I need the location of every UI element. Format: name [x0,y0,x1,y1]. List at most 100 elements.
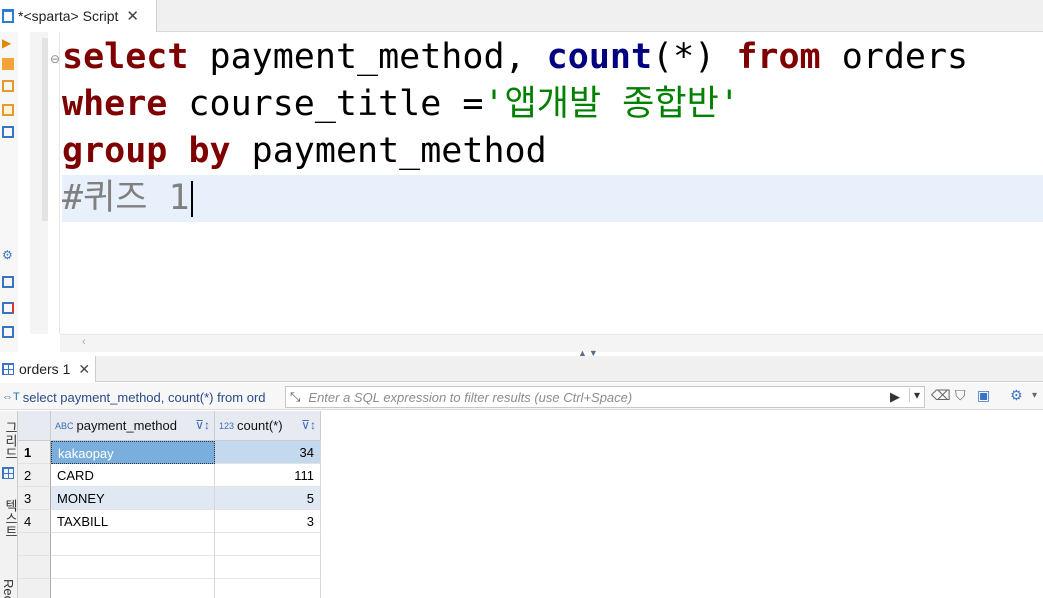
column-name: count(*) [237,418,283,433]
grid-view-icon[interactable] [2,467,14,479]
filter-input[interactable]: ⤡ Enter a SQL expression to filter resul… [285,386,925,408]
row-number[interactable]: 3 [18,487,51,510]
clear-filter-icon[interactable]: ⌫ [931,387,951,404]
dbeaver-window: *<sparta> Script ✕ ▶ ⚙ ⊖ select payment_… [0,0,1043,598]
tab-orders-label: orders 1 [19,361,71,377]
explain-plan-icon[interactable] [2,104,14,116]
editor-tab-bar: *<sparta> Script ✕ [0,0,1043,32]
keyword-by: by [188,131,231,171]
row-number[interactable]: 2 [18,464,51,487]
comment-text: #퀴즈 1 [62,178,190,218]
keyword-from: from [736,37,821,77]
filter-history-dropdown-icon[interactable]: ▾ [908,388,920,402]
table-cell[interactable]: 3 [215,510,321,533]
code-text: orders [820,37,969,77]
table-cell [51,533,215,556]
keyword-group: group [62,131,168,171]
empty-row [18,556,321,579]
table-cell [51,556,215,579]
table-cell [51,579,215,598]
horizontal-scrollbar[interactable]: ‹ [60,334,1043,352]
panel-options-dropdown-icon[interactable]: ▾ [1032,390,1037,401]
sort-filter-icon[interactable]: ⊽↕ [195,418,210,432]
table-cell[interactable]: 34 [215,441,321,464]
table-row[interactable]: 3 MONEY 5 [18,487,321,510]
panel-options-icon[interactable]: ⚙ [1010,387,1023,404]
settings-gear-icon[interactable]: ⚙ [2,248,14,262]
sql-query-icon: ⇔T [2,391,20,403]
table-cell[interactable]: kakaopay [51,441,215,464]
number-type-icon: 123 [219,420,235,431]
execute-statement-icon[interactable]: ▶ [2,36,14,50]
code-text: (*) [652,37,737,77]
tab-script[interactable]: *<sparta> Script ✕ [0,0,157,32]
column-header-payment-method[interactable]: ABC payment_method ⊽↕ [51,411,215,441]
table-row[interactable]: 4 TAXBILL 3 [18,510,321,533]
tab-orders-1[interactable]: orders 1 ✕ [0,356,96,382]
table-cell[interactable]: CARD [51,464,215,487]
text-caret [190,181,193,217]
filter-toolbar: ⇔T select payment_method, count(*) from … [0,383,1043,410]
import-icon[interactable] [2,302,14,314]
table-cell[interactable]: 5 [215,487,321,510]
results-grid[interactable]: ABC payment_method ⊽↕ 123 count(*) ⊽↕ 1 … [18,411,1043,598]
results-view-switcher: 그리드 텍스트 Record [0,411,18,598]
row-number-header[interactable] [18,411,51,441]
sql-editor[interactable]: ⊖ select payment_method, count(*) from o… [18,32,1043,358]
record-view-label[interactable]: Record [1,579,16,598]
editor-border [59,32,60,334]
filter-placeholder: Enter a SQL expression to filter results… [308,389,633,405]
table-cell [215,533,321,556]
table-row[interactable]: 2 CARD 111 [18,464,321,487]
table-cell [215,579,321,598]
function-count: count [546,37,653,77]
execute-script-icon[interactable] [2,58,14,70]
keyword-select: select [62,37,189,77]
row-number [18,579,51,598]
expand-icon[interactable]: ⤡ [290,389,300,405]
table-cell[interactable]: 111 [215,464,321,487]
scroll-left-icon[interactable]: ‹ [82,336,86,348]
column-header-count[interactable]: 123 count(*) ⊽↕ [215,411,321,441]
script-file-icon [2,9,14,23]
query-text: select payment_method, count(*) from ord [22,389,266,405]
code-area[interactable]: select payment_method, count(*) from ord… [62,34,1043,222]
table-icon [2,363,14,375]
column-name: payment_method [76,418,177,433]
row-number[interactable]: 1 [18,441,51,464]
save-filter-icon[interactable]: ▣ [977,387,990,404]
row-number[interactable]: 4 [18,510,51,533]
code-line-4: #퀴즈 1 [62,175,1043,222]
table-cell[interactable]: MONEY [51,487,215,510]
keyword-where: where [62,84,168,124]
code-text: payment_method, [188,37,547,77]
empty-row [18,579,321,598]
text-type-icon: ABC [55,420,74,431]
row-number [18,533,51,556]
load-plan-icon[interactable] [2,126,14,138]
sort-filter-icon[interactable]: ⊽↕ [301,418,316,432]
variables-icon[interactable] [2,326,14,338]
table-row[interactable]: 1 kakaopay 34 [18,441,321,464]
code-line-1: select payment_method, count(*) from ord… [62,34,1043,81]
close-icon[interactable]: ✕ [126,7,139,25]
results-tab-bar: orders 1 ✕ [0,356,1043,382]
filter-settings-icon[interactable]: ⛉ [955,387,966,404]
close-icon[interactable]: ✕ [78,361,90,378]
execute-new-tab-icon[interactable] [2,80,14,92]
code-line-2: where course_title ='앱개발 종합반' [62,81,1043,128]
export-icon[interactable] [2,276,14,288]
editor-side-toolbar: ▶ ⚙ [0,32,18,352]
string-literal: '앱개발 종합반' [483,84,740,124]
tab-script-label: *<sparta> Script [18,8,119,24]
code-line-3: group by payment_method [62,128,1043,175]
table-cell [215,556,321,579]
code-text: payment_method [230,131,547,171]
query-range-marker [42,38,48,221]
row-number [18,556,51,579]
code-text: course_title = [167,84,484,124]
apply-filter-icon[interactable]: ▶ [890,389,900,405]
table-cell[interactable]: TAXBILL [51,510,215,533]
query-text-display[interactable]: ⇔T select payment_method, count(*) from … [2,387,282,407]
empty-row [18,533,321,556]
